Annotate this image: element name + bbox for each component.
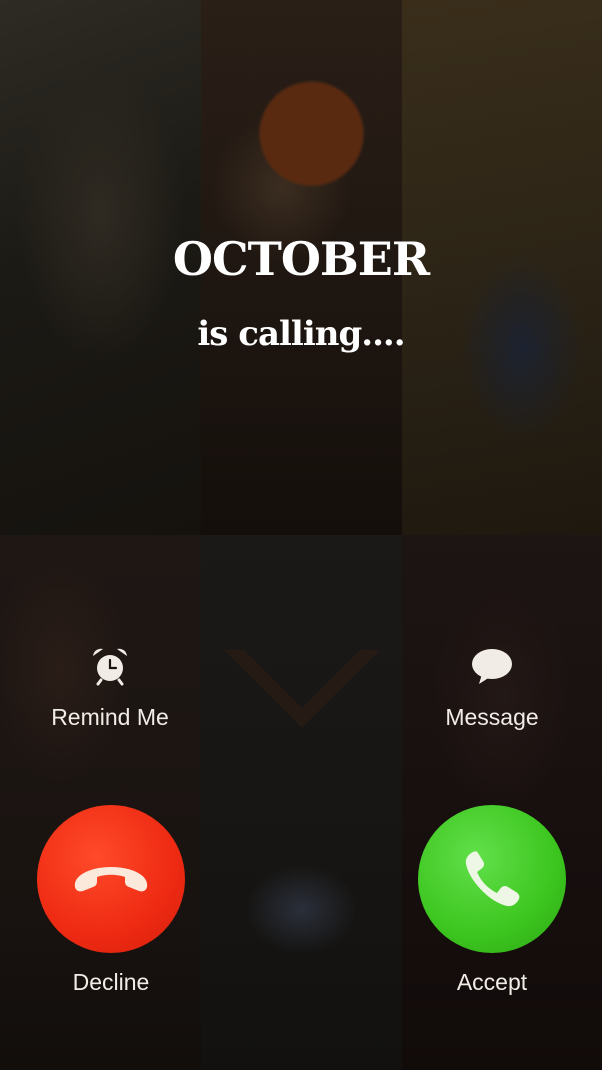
remind-me-button[interactable]: Remind Me	[10, 644, 210, 731]
message-button[interactable]: Message	[392, 644, 592, 731]
phone-hangup-icon	[74, 867, 148, 892]
decline-label: Decline	[72, 969, 150, 995]
photo-tile-leaf-heart	[201, 535, 402, 1070]
speech-bubble-icon	[472, 649, 512, 684]
message-label: Message	[445, 704, 539, 730]
call-status: is calling....	[197, 314, 405, 354]
decline-circle[interactable]	[37, 805, 185, 953]
accept-label: Accept	[456, 969, 528, 995]
decline-button[interactable]: Decline	[11, 805, 211, 996]
accept-circle[interactable]	[418, 805, 566, 953]
leaf-heart-shape	[223, 572, 380, 728]
alarm-clock-icon	[93, 648, 127, 686]
remind-me-label: Remind Me	[51, 704, 169, 730]
caller-name: OCTOBER	[172, 232, 430, 286]
accept-button[interactable]: Accept	[392, 805, 592, 996]
phone-icon	[465, 851, 520, 907]
